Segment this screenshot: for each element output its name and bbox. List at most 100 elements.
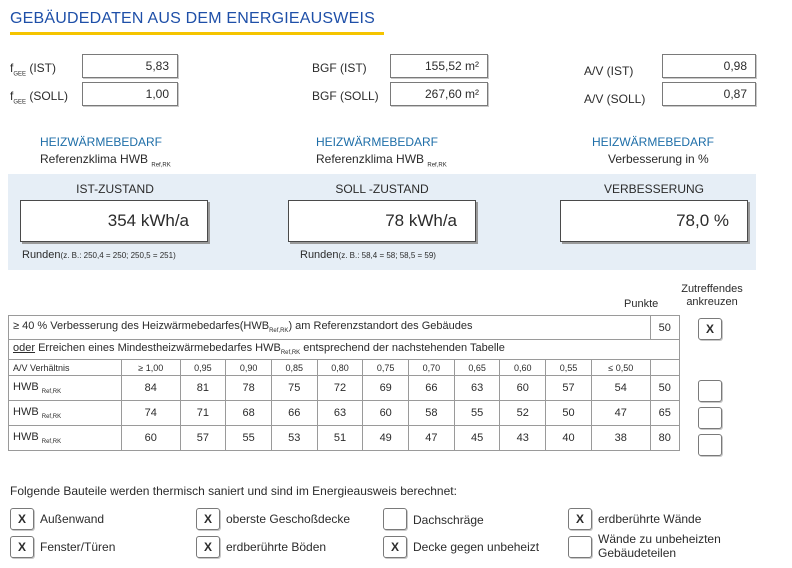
fgee-ist-field[interactable]: 5,83 [82, 54, 178, 78]
hwb-value-cell: 57 [545, 375, 592, 401]
hwb-value-cell: 47 [408, 425, 455, 451]
checkbox-hwb-row-1[interactable] [698, 380, 722, 402]
dachschraege-label: Dachschräge [413, 513, 484, 527]
bgf-ist-field[interactable]: 155,52 m² [390, 54, 488, 78]
ist-runden-note: Runden(z. B.: 250,4 = 250; 250,5 = 251) [22, 249, 176, 261]
hwb-value-cell: 43 [499, 425, 547, 451]
av-ratio-cell: 0,90 [225, 359, 272, 376]
av-ratio-row: A/V Verhältnis ≥ 1,00 0,95 0,90 0,85 0,80 0,7… [8, 359, 681, 376]
hwb-value-cell: 52 [499, 400, 547, 426]
zutreffend-header: Zutreffendes ankreuzen [681, 283, 743, 308]
checkbox-decke-gegen-unbeheizt[interactable]: X [383, 536, 407, 558]
hwb-row-label: HWB Ref,RK [8, 425, 122, 451]
hwb-value-cell: 60 [499, 375, 547, 401]
table-row: HWB Ref,RK 84 81 78 75 72 69 66 63 60 57 54 50 [8, 375, 681, 401]
decke-gegen-unbeheizt-label: Decke gegen unbeheizt [413, 540, 540, 554]
checkbox-erdberuehrte-boeden[interactable]: X [196, 536, 220, 558]
hwb-value-cell: 38 [590, 425, 651, 451]
fgee-soll-field[interactable]: 1,00 [82, 82, 178, 106]
erdberuehrte-waende-label: erdberührte Wände [598, 512, 702, 526]
verbesserung-value[interactable]: 78,0 % [560, 200, 748, 242]
av-ratio-cell: 0,85 [270, 359, 318, 376]
hwb-soll-subtitle: Referenzklima HWB Ref,RK [316, 152, 447, 169]
hwb-row-label: HWB Ref,RK [8, 375, 122, 401]
hwb-value-cell: 75 [270, 375, 318, 401]
fgee-soll-label: fGEE (SOLL) [10, 89, 69, 106]
criterion-mindest: oder Erreichen eines Mindestheizwärmebed… [8, 339, 680, 360]
soll-zustand-value[interactable]: 78 kWh/a [288, 200, 476, 242]
hwb-ist-subtitle: Referenzklima HWB Ref,RK [40, 152, 171, 169]
checkbox-hwb-row-2[interactable] [698, 407, 722, 429]
hwb-value-cell: 71 [179, 400, 227, 426]
hwb-value-cell: 60 [120, 425, 181, 451]
hwb-value-cell: 74 [120, 400, 181, 426]
checkbox-aussenwand[interactable]: X [10, 508, 34, 530]
hwb-value-cell: 84 [120, 375, 181, 401]
hwb-value-cell: 57 [179, 425, 227, 451]
page-title: GEBÄUDEDATEN AUS DEM ENERGIEAUSWEIS [10, 10, 375, 27]
soll-runden-note: Runden(z. B.: 58,4 = 58; 58,5 = 59) [300, 249, 436, 261]
table-row: oder Erreichen eines Mindestheizwärmebed… [8, 339, 680, 360]
hwb-soll-title: HEIZWÄRMEBEDARF [316, 135, 439, 149]
hwb-ist-title: HEIZWÄRMEBEDARF [40, 135, 163, 149]
aussenwand-label: Außenwand [40, 512, 105, 526]
hwb-value-cell: 78 [225, 375, 272, 401]
soll-zustand-label: SOLL -ZUSTAND [335, 182, 429, 196]
av-ratio-cell: 0,75 [362, 359, 410, 376]
oberste-geschossdecke-label: oberste Geschoßdecke [226, 512, 351, 526]
checkbox-oberste-geschossdecke[interactable]: X [196, 508, 220, 530]
av-ratio-cell: 0,70 [408, 359, 455, 376]
hwb-value-cell: 72 [316, 375, 364, 401]
hwb-value-cell: 51 [316, 425, 364, 451]
hwb-value-cell: 60 [362, 400, 410, 426]
bgf-soll-field[interactable]: 267,60 m² [390, 82, 488, 106]
hwb-value-cell: 66 [408, 375, 455, 401]
bgf-soll-label: BGF (SOLL) [312, 89, 379, 103]
hwb-row-points: 65 [649, 400, 681, 426]
hwb-value-cell: 69 [362, 375, 410, 401]
hwb-value-cell: 55 [453, 400, 501, 426]
hwb-value-cell: 50 [545, 400, 592, 426]
table-row: HWB Ref,RK 60 57 55 53 51 49 47 45 43 40 38 80 [8, 425, 681, 451]
checkbox-erdberuehrte-waende[interactable]: X [568, 508, 592, 530]
hwb-value-cell: 81 [179, 375, 227, 401]
av-ratio-cell: 0,60 [499, 359, 547, 376]
hwb-value-cell: 53 [270, 425, 318, 451]
hwb-value-cell: 40 [545, 425, 592, 451]
hwb-value-cell: 63 [316, 400, 364, 426]
checkbox-waende-unbeheizt[interactable] [568, 536, 592, 558]
checkbox-hwb-row-3[interactable] [698, 434, 722, 456]
ist-zustand-value[interactable]: 354 kWh/a [20, 200, 208, 242]
criterion-40-percent-points: 50 [649, 315, 681, 340]
hwb-value-cell: 68 [225, 400, 272, 426]
hwb-value-cell: 54 [590, 375, 651, 401]
checkbox-40-percent[interactable]: X [698, 318, 722, 340]
checkbox-fenster-tueren[interactable]: X [10, 536, 34, 558]
av-ratio-cell: 0,95 [179, 359, 227, 376]
criterion-40-percent: ≥ 40 % Verbesserung des Heizwärmebedarfe… [8, 315, 651, 340]
hwb-value-cell: 47 [590, 400, 651, 426]
av-ratio-cell: 0,80 [316, 359, 364, 376]
av-ist-label: A/V (IST) [584, 64, 634, 78]
checkbox-dachschraege[interactable] [383, 508, 407, 530]
bgf-ist-label: BGF (IST) [312, 61, 367, 75]
av-ist-field[interactable]: 0,98 [662, 54, 756, 78]
hwb-verbesserung-title: HEIZWÄRMEBEDARF [592, 135, 715, 149]
hwb-value-cell: 58 [408, 400, 455, 426]
av-ratio-cell: 0,55 [545, 359, 592, 376]
hwb-row-label: HWB Ref,RK [8, 400, 122, 426]
av-ratio-cell: 0,65 [453, 359, 501, 376]
punkte-header: Punkte [624, 298, 659, 310]
av-soll-field[interactable]: 0,87 [662, 82, 756, 106]
table-row: HWB Ref,RK 74 71 68 66 63 60 58 55 52 50 47 65 [8, 400, 681, 426]
hwb-value-cell: 45 [453, 425, 501, 451]
table-row: ≥ 40 % Verbesserung des Heizwärmebedarfe… [8, 315, 681, 340]
hwb-value-cell: 63 [453, 375, 501, 401]
title-underline [10, 32, 384, 35]
av-soll-label: A/V (SOLL) [584, 92, 646, 106]
av-ratio-empty-cell [649, 359, 681, 376]
hwb-row-points: 50 [649, 375, 681, 401]
fgee-ist-label: fGEE (IST) [10, 61, 57, 78]
hwb-verbesserung-subtitle: Verbesserung in % [608, 152, 709, 166]
hwb-value-cell: 55 [225, 425, 272, 451]
